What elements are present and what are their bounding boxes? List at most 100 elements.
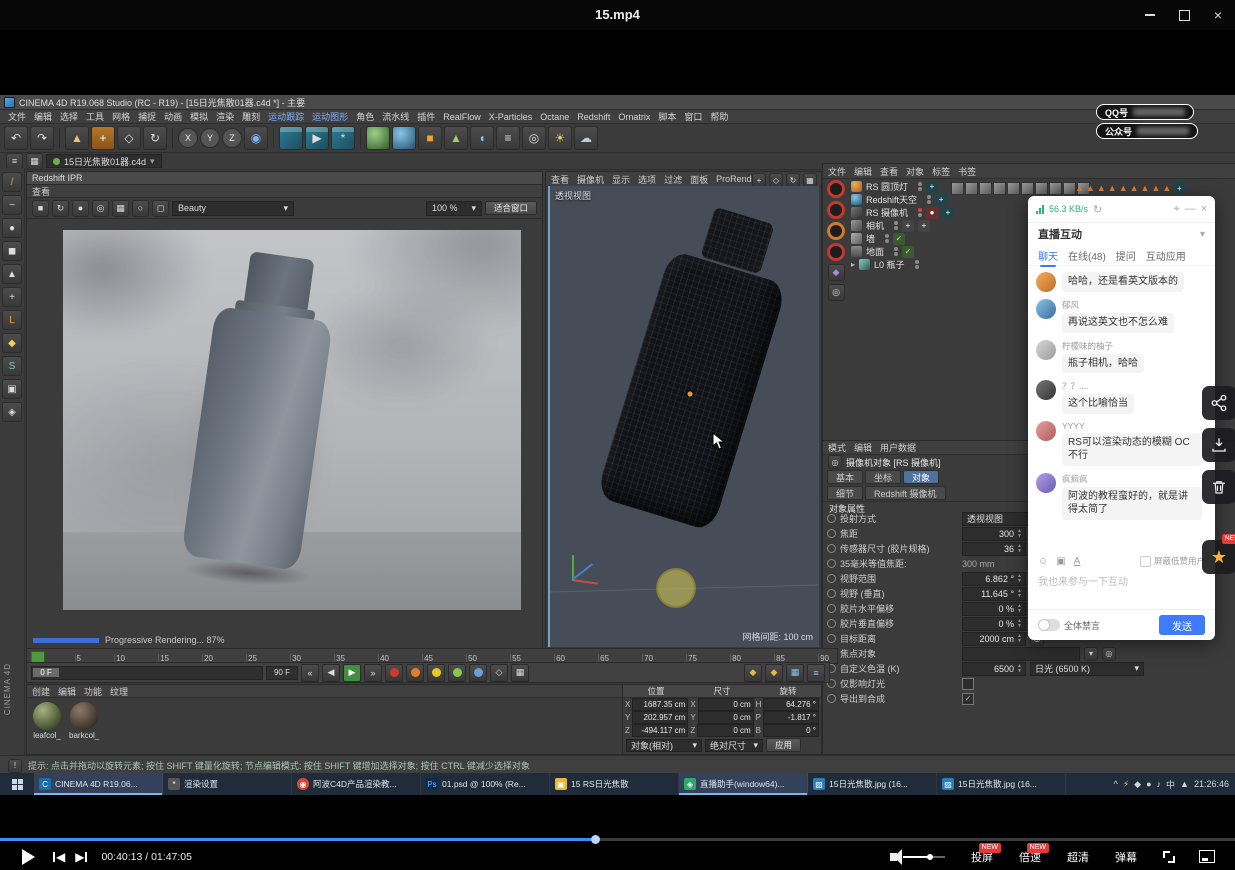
menu-animate[interactable]: 动画 xyxy=(160,110,186,123)
ipr-grid-icon[interactable]: ▦ xyxy=(112,199,129,217)
material-item[interactable]: barkcol_ xyxy=(69,702,99,740)
expand-arrow-icon[interactable]: ▸ xyxy=(851,260,855,269)
menu-redshift[interactable]: Redshift xyxy=(573,112,614,122)
ipr-menu-view[interactable]: 查看 xyxy=(32,185,50,198)
points-mode-icon[interactable]: ● xyxy=(2,218,22,238)
document-selector[interactable]: 15日光焦散01器.c4d ▾ xyxy=(46,154,162,168)
ipr-fit-button[interactable]: 适合窗口 xyxy=(484,201,537,215)
fullscreen-icon[interactable] xyxy=(1163,850,1175,863)
apply-button[interactable]: 应用 xyxy=(766,738,802,752)
record-ring-icon[interactable] xyxy=(827,243,845,261)
play-button[interactable] xyxy=(22,848,35,865)
start-button[interactable] xyxy=(0,773,34,795)
tab-object[interactable]: 对象 xyxy=(903,470,940,484)
render-to-picture-viewer-icon[interactable]: ▶ xyxy=(305,126,329,150)
object-row[interactable]: RS 圆顶灯 + xyxy=(851,180,1234,193)
lock-y-icon[interactable]: Y xyxy=(200,128,220,148)
ipr-region-icon[interactable]: ○ xyxy=(132,199,149,217)
avatar[interactable] xyxy=(1036,380,1056,400)
floor-icon[interactable]: ≡ xyxy=(496,126,520,150)
texture-mode-icon[interactable]: ◈ xyxy=(2,402,22,422)
chat-message-list[interactable]: 哈哈，还是看英文版本的 郁风 再说这英文也不怎么难 柠檬味的柚子 瓶子相机，哈哈… xyxy=(1028,266,1215,551)
favorite-button[interactable]: ★ NEW xyxy=(1202,534,1235,574)
spline-icon[interactable]: ◖ xyxy=(470,126,494,150)
film-offset-v-field[interactable]: 0 % ▲ ▼ xyxy=(962,616,1026,631)
avatar[interactable] xyxy=(1036,472,1056,493)
record-icon[interactable] xyxy=(385,663,403,682)
polygons-mode-icon[interactable]: ▲ xyxy=(2,264,22,284)
ipr-compare-icon[interactable]: ◻ xyxy=(152,199,169,217)
tab-apps[interactable]: 互动应用 xyxy=(1146,248,1186,263)
goto-start-icon[interactable]: « xyxy=(301,663,319,682)
menu-edit[interactable]: 编辑 xyxy=(30,110,56,123)
avatar[interactable] xyxy=(1036,299,1056,319)
menu-render[interactable]: 渲染 xyxy=(212,110,238,123)
mat-menu-texture[interactable]: 纹理 xyxy=(110,685,128,698)
fov-v-field[interactable]: 11.645 ° ▲ ▼ xyxy=(962,586,1026,601)
menu-script[interactable]: 脚本 xyxy=(654,110,680,123)
move-tool-icon[interactable]: + xyxy=(91,126,115,150)
rot-b-field[interactable]: 0 ° xyxy=(763,724,819,737)
clock[interactable]: 21:26:46 xyxy=(1194,779,1229,789)
record-ring-icon[interactable] xyxy=(827,180,845,198)
keyframe-dot[interactable] xyxy=(827,604,836,613)
tray-icon[interactable]: ● xyxy=(1146,779,1151,789)
ipr-stop-icon[interactable]: ■ xyxy=(32,199,49,217)
snap-icon[interactable]: ◆ xyxy=(2,333,22,353)
vp-move-icon[interactable]: + xyxy=(752,173,766,187)
render-settings-icon[interactable]: * xyxy=(331,126,355,150)
menu-octane[interactable]: Octane xyxy=(536,112,573,122)
tab-redshift-camera[interactable]: Redshift 摄像机 xyxy=(865,486,946,500)
send-button[interactable]: 发送 xyxy=(1159,615,1205,635)
vp-menu-view[interactable]: 查看 xyxy=(551,173,569,186)
keyframe-selection-icon[interactable]: ▦ xyxy=(511,663,529,682)
scale-tool-icon[interactable]: ◇ xyxy=(117,126,141,150)
chat-input[interactable]: 我也来参与一下互动 xyxy=(1028,571,1215,609)
end-frame-field[interactable]: 90 F xyxy=(266,665,298,680)
viewport-bottle-wireframe[interactable] xyxy=(595,206,790,532)
fcurve-icon[interactable]: ▦ xyxy=(786,663,804,682)
network-tray-icon[interactable]: ▲ xyxy=(1180,779,1189,789)
menu-pipeline[interactable]: 流水线 xyxy=(378,110,413,123)
vp-menu-cameras[interactable]: 摄像机 xyxy=(577,173,604,186)
mat-menu-function[interactable]: 功能 xyxy=(84,685,102,698)
ipr-snapshot-icon[interactable]: ◎ xyxy=(92,199,109,217)
autokey-icon[interactable]: ◇ xyxy=(490,663,508,682)
camera-icon[interactable]: ◎ xyxy=(522,126,546,150)
visibility-dots[interactable] xyxy=(894,247,899,256)
record-ring-icon[interactable] xyxy=(827,201,845,219)
undo-icon[interactable]: ↶ xyxy=(4,126,28,150)
keyframe-dot[interactable] xyxy=(827,634,836,643)
am-menu-userdata[interactable]: 用户数据 xyxy=(880,441,916,454)
target-distance-field[interactable]: 2000 cm ▲ ▼ xyxy=(962,631,1026,646)
tab-questions[interactable]: 提问 xyxy=(1116,248,1136,263)
minimize-icon[interactable]: — xyxy=(1185,203,1196,215)
sensor-size-field[interactable]: 36 ▲ ▼ xyxy=(962,541,1026,556)
keyframe-dot[interactable] xyxy=(827,574,836,583)
menu-help[interactable]: 帮助 xyxy=(706,110,732,123)
taskbar-item-live-assistant[interactable]: ◈ 直播助手(window64)... xyxy=(679,773,808,795)
cast-button[interactable]: 投屏 NEW xyxy=(971,842,1001,865)
affect-lights-checkbox[interactable] xyxy=(962,677,974,690)
cube-primitive-icon[interactable]: ■ xyxy=(418,126,442,150)
taskbar-item-folder[interactable]: ▣ 15 RS日光焦散 xyxy=(550,773,679,795)
om-menu-file[interactable]: 文件 xyxy=(828,165,846,178)
visibility-dots[interactable] xyxy=(918,208,923,217)
mat-menu-create[interactable]: 创建 xyxy=(32,685,50,698)
menu-sculpt[interactable]: 雕刻 xyxy=(238,110,264,123)
tab-coordinates[interactable]: 坐标 xyxy=(865,470,902,484)
speed-button[interactable]: 倍速 NEW xyxy=(1019,842,1049,865)
record-scale-icon[interactable] xyxy=(427,663,445,682)
coord-system-icon[interactable]: ◉ xyxy=(244,126,268,150)
record-position-icon[interactable] xyxy=(406,663,424,682)
menu-tools[interactable]: 工具 xyxy=(82,110,108,123)
taskbar-item-browser[interactable]: ◉ 阿波C4D产品渲染教... xyxy=(292,773,421,795)
focal-length-field[interactable]: 300 ▲ ▼ xyxy=(962,526,1026,541)
protection-tag-icon[interactable]: ● xyxy=(926,206,939,219)
om-menu-edit[interactable]: 编辑 xyxy=(854,165,872,178)
avatar[interactable] xyxy=(1036,272,1056,292)
pos-z-field[interactable]: -494.117 cm xyxy=(631,724,689,737)
target-tag-icon[interactable]: + xyxy=(918,219,931,232)
keyframe-dot[interactable] xyxy=(827,589,836,598)
menu-character[interactable]: 角色 xyxy=(352,110,378,123)
